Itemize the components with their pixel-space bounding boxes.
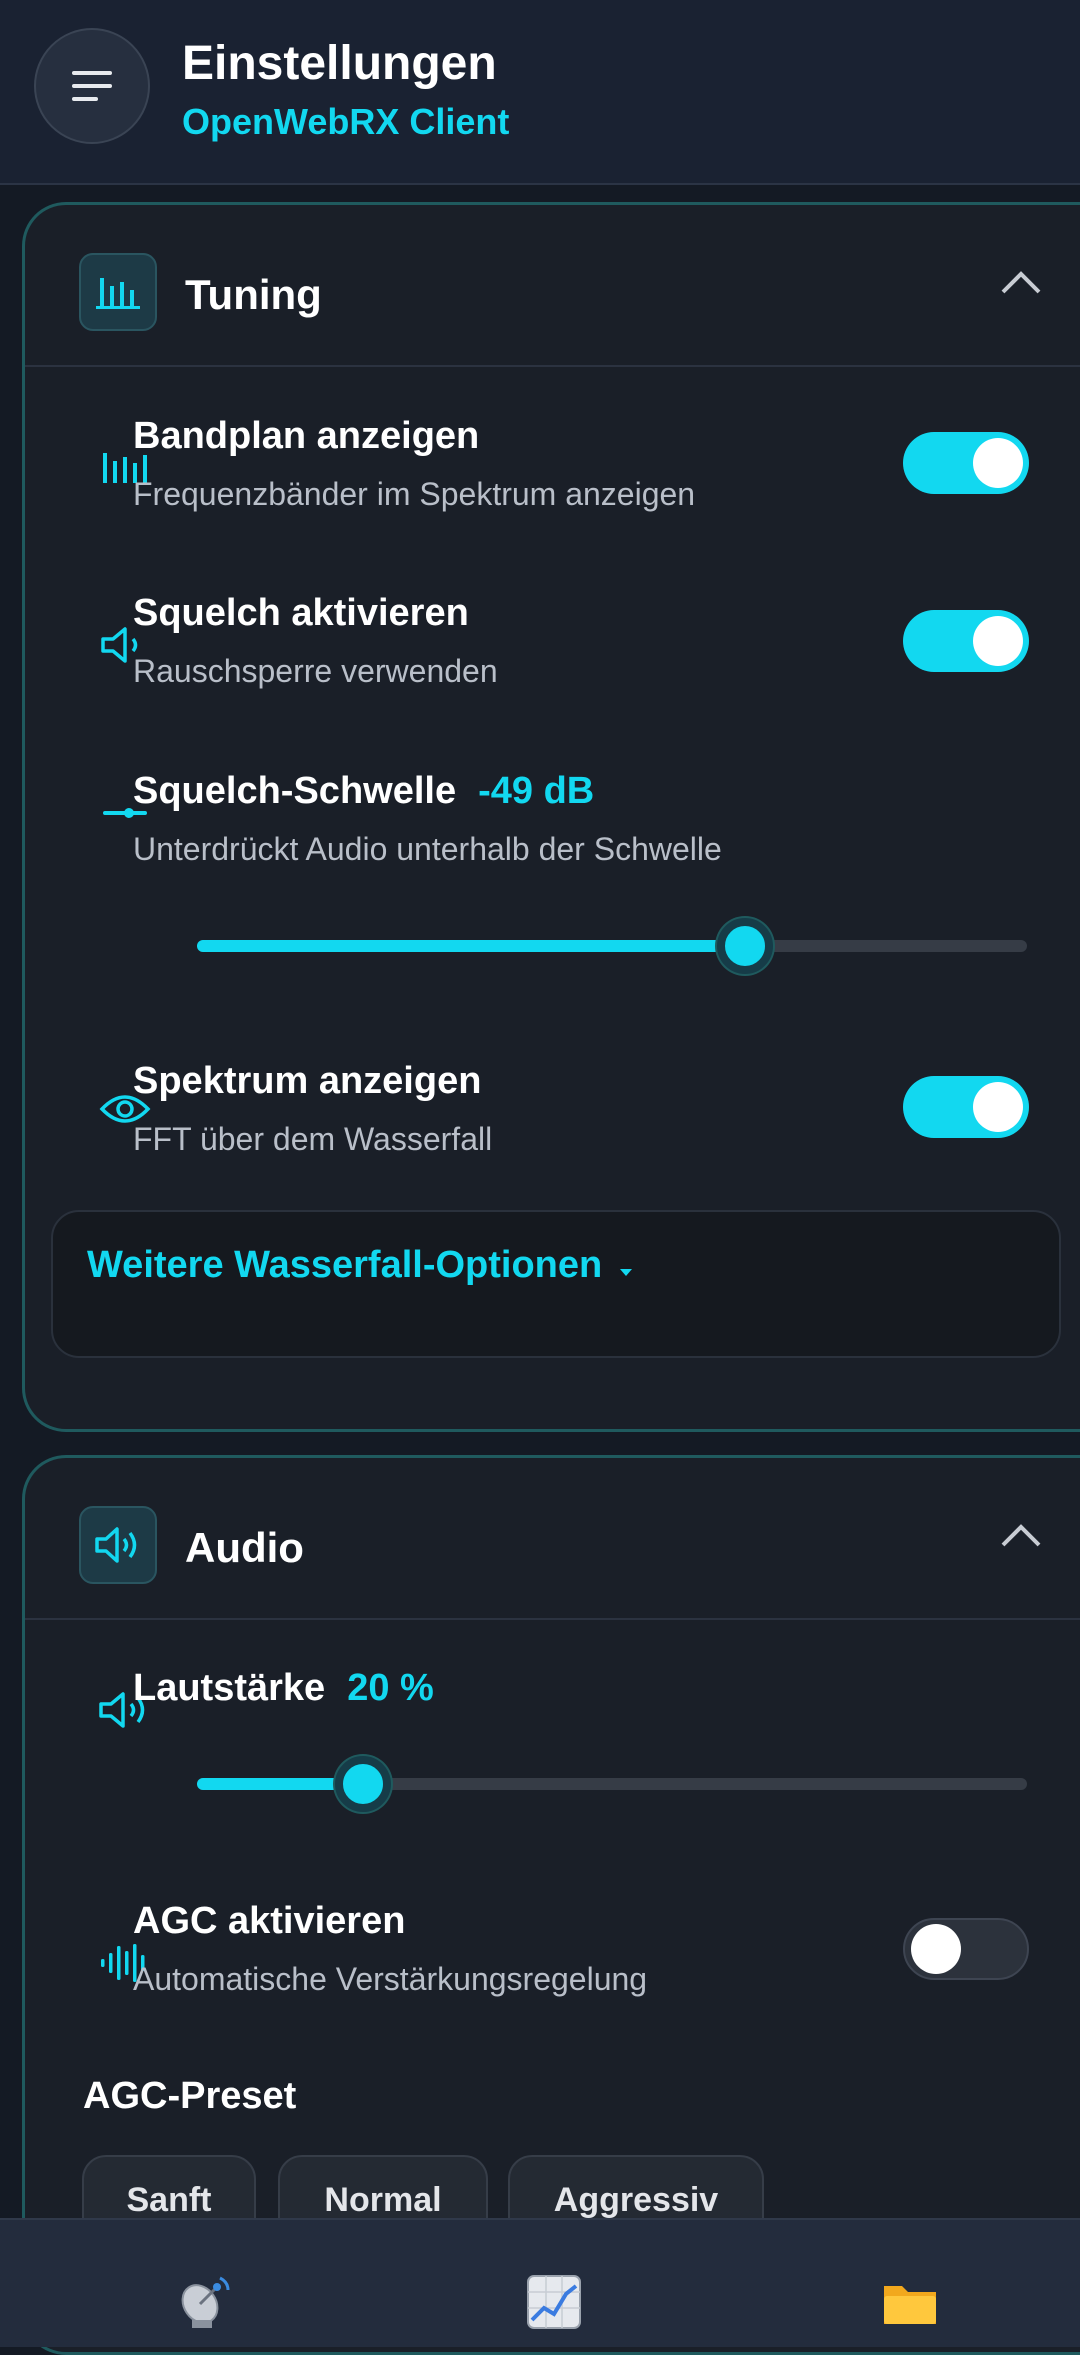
- waterfall-options-expander[interactable]: Weitere Wasserfall-Optionen: [51, 1210, 1061, 1358]
- bar-chart-icon: [79, 253, 157, 331]
- hamburger-icon: [72, 71, 112, 101]
- agc-preset-label: AGC-Preset: [83, 2075, 297, 2117]
- chevron-up-icon[interactable]: [1000, 1522, 1042, 1548]
- waterfall-options-label: Weitere Wasserfall-Optionen: [87, 1244, 633, 1287]
- tuning-card-header[interactable]: Tuning: [25, 205, 1080, 367]
- threshold-slider[interactable]: [197, 918, 1027, 974]
- chevron-up-icon[interactable]: [1000, 269, 1042, 295]
- page-subtitle: OpenWebRX Client: [182, 101, 510, 142]
- threshold-value: -49 dB: [478, 770, 595, 812]
- agc-toggle[interactable]: [903, 1918, 1029, 1980]
- app-header: Einstellungen OpenWebRX Client: [0, 0, 1080, 185]
- spectrum-subtitle: FFT über dem Wasserfall: [133, 1121, 493, 1157]
- squelch-subtitle: Rauschsperre verwenden: [133, 653, 498, 689]
- bandplan-subtitle: Frequenzbänder im Spektrum anzeigen: [133, 476, 696, 512]
- spectrum-toggle[interactable]: [903, 1076, 1029, 1138]
- agc-title: AGC aktivieren: [133, 1900, 406, 1942]
- nav-item-receiver[interactable]: [100, 2220, 300, 2347]
- satellite-dish-icon: [181, 2276, 230, 2328]
- volume-slider-thumb[interactable]: [335, 1756, 391, 1812]
- speaker-icon: [79, 1506, 157, 1584]
- page-title: Einstellungen: [182, 37, 497, 90]
- bottom-navigation: [0, 2218, 1080, 2347]
- agc-subtitle: Automatische Verstärkungsregelung: [133, 1961, 648, 1997]
- audio-title: Audio: [185, 1524, 304, 1571]
- threshold-slider-thumb[interactable]: [716, 918, 773, 974]
- squelch-toggle[interactable]: [903, 610, 1029, 672]
- threshold-slider-fill: [197, 940, 745, 952]
- squelch-title: Squelch aktivieren: [133, 592, 469, 634]
- volume-value: 20 %: [347, 1667, 434, 1709]
- bandplan-toggle[interactable]: [903, 432, 1029, 494]
- caret-down-icon: [619, 1269, 632, 1276]
- tuning-card: Tuning Bandplan anzeigen Frequenzbänder …: [22, 202, 1080, 1432]
- waterfall-options-text: Weitere Wasserfall-Optionen: [87, 1244, 603, 1286]
- threshold-subtitle: Unterdrückt Audio unterhalb der Schwelle: [133, 831, 722, 867]
- menu-button[interactable]: [34, 28, 150, 144]
- spectrum-title: Spektrum anzeigen: [133, 1060, 482, 1102]
- threshold-label: Squelch-Schwelle: [133, 770, 457, 812]
- volume-title: Lautstärke 20 %: [133, 1667, 434, 1710]
- threshold-title: Squelch-Schwelle -49 dB: [133, 770, 594, 813]
- tuning-title: Tuning: [185, 271, 322, 318]
- volume-label: Lautstärke: [133, 1667, 326, 1709]
- nav-item-spectrum[interactable]: [452, 2220, 652, 2347]
- folder-icon: [884, 2286, 936, 2324]
- bandplan-title: Bandplan anzeigen: [133, 415, 480, 457]
- audio-card-header[interactable]: Audio: [25, 1458, 1080, 1620]
- nav-item-recordings[interactable]: [808, 2220, 1008, 2347]
- volume-slider[interactable]: [197, 1756, 1027, 1812]
- chart-icon: [527, 2275, 581, 2329]
